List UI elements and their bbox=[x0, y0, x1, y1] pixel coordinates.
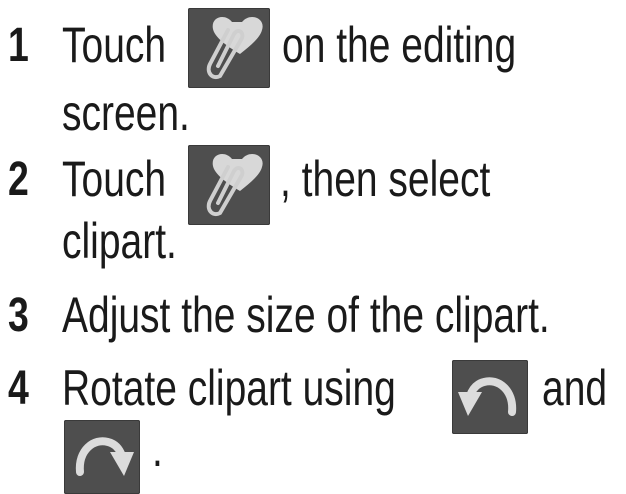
step-number: 1 bbox=[8, 19, 29, 72]
step-text-end: . bbox=[152, 421, 163, 477]
step-text-wrap: clipart. bbox=[62, 213, 177, 269]
cutoff-heading bbox=[60, 0, 280, 6]
clipart-paperclip-heart-icon[interactable] bbox=[188, 8, 270, 88]
step-text-wrap: screen. bbox=[62, 85, 190, 141]
step-text: Touch bbox=[62, 17, 167, 73]
step-text-continued: on the editing bbox=[282, 17, 517, 73]
manual-page: 1 Touch on the editing screen. 2 Touch ,… bbox=[0, 0, 626, 494]
step-text: Touch bbox=[62, 151, 167, 207]
step-text-continued: , then select bbox=[280, 151, 491, 207]
step-number: 3 bbox=[8, 289, 29, 342]
cutoff-heading-glyphs bbox=[60, 0, 280, 6]
step-text: Rotate clipart using bbox=[62, 360, 396, 416]
step-text-continued: and bbox=[542, 360, 608, 416]
clipart-paperclip-heart-icon[interactable] bbox=[188, 145, 270, 225]
step-number: 2 bbox=[8, 153, 29, 206]
step-text: Adjust the size of the clipart. bbox=[62, 287, 550, 343]
rotate-right-icon[interactable] bbox=[64, 420, 140, 494]
step-number: 4 bbox=[8, 362, 29, 415]
rotate-left-icon[interactable] bbox=[452, 360, 528, 434]
